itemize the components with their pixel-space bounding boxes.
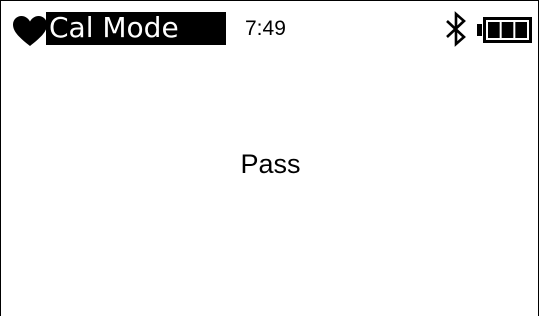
device-screen: Cal Mode 7:49 Pass: [0, 0, 539, 316]
battery-level-bar: [501, 22, 514, 38]
clock-time: 7:49: [245, 17, 286, 40]
mode-title-badge: Cal Mode: [46, 11, 226, 45]
battery-icon: [477, 17, 532, 43]
mode-title: Cal Mode: [49, 11, 179, 44]
heart-icon: [13, 16, 47, 46]
calibration-result: Pass: [240, 149, 301, 179]
battery-level-bar: [515, 22, 527, 38]
bluetooth-icon: [446, 11, 466, 47]
battery-level-bar: [488, 22, 500, 38]
